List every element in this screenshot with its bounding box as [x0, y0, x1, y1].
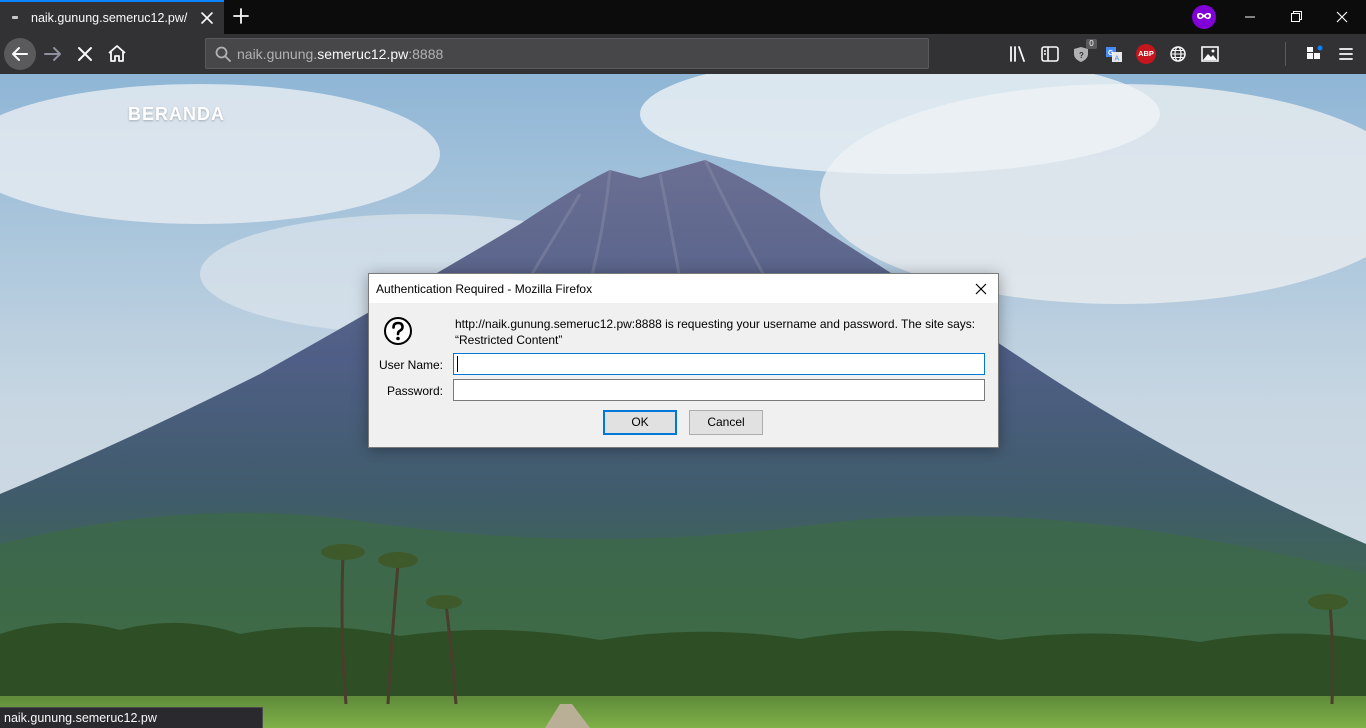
adblock-icon[interactable]: ABP [1136, 44, 1156, 64]
loading-throbber-icon [12, 16, 18, 19]
toolbar-divider [1285, 42, 1286, 66]
extensions-icon[interactable] [1302, 42, 1326, 66]
tab-bar: naik.gunung.semeruc12.pw/ [0, 0, 1366, 34]
home-icon[interactable] [105, 42, 129, 66]
text-caret [457, 356, 458, 372]
dialog-close-icon[interactable] [970, 278, 992, 300]
cancel-button[interactable]: Cancel [689, 410, 763, 435]
url-prefix: naik.gunung. [237, 46, 318, 62]
close-window-icon[interactable] [1319, 0, 1365, 34]
image-icon[interactable] [1198, 42, 1222, 66]
tab-close-icon[interactable] [199, 10, 215, 26]
shield-badge: 0 [1086, 39, 1097, 49]
password-input[interactable] [453, 379, 985, 401]
stop-loading-icon[interactable] [73, 42, 97, 66]
forward-arrow-icon[interactable] [41, 42, 65, 66]
translate-icon[interactable]: G A [1102, 42, 1126, 66]
ok-button[interactable]: OK [603, 410, 677, 435]
svg-text:G: G [1108, 50, 1114, 57]
tab-active[interactable]: naik.gunung.semeruc12.pw/ [0, 0, 224, 34]
globe-icon[interactable] [1166, 42, 1190, 66]
question-icon [384, 317, 412, 345]
library-icon[interactable] [1006, 42, 1030, 66]
back-button[interactable] [4, 38, 36, 70]
dialog-message: http://naik.gunung.semeruc12.pw:8888 is … [455, 317, 976, 347]
private-browsing-icon [1192, 5, 1216, 29]
back-arrow-icon [12, 47, 28, 61]
status-url-text: naik.gunung.semeruc12.pw [4, 711, 157, 725]
nav-link-beranda[interactable]: BERANDA [128, 104, 225, 125]
username-input[interactable] [453, 353, 985, 375]
svg-text:?: ? [1079, 51, 1084, 60]
new-tab-icon[interactable] [230, 5, 252, 27]
dialog-title: Authentication Required - Mozilla Firefo… [376, 282, 593, 296]
menu-icon[interactable] [1334, 42, 1358, 66]
navigation-toolbar: naik.gunung.semeruc12.pw:8888 ? 0 G A AB… [0, 34, 1366, 74]
authentication-dialog: Authentication Required - Mozilla Firefo… [368, 273, 999, 448]
search-icon [215, 46, 231, 62]
svg-text:A: A [1115, 56, 1120, 63]
url-bar[interactable]: naik.gunung.semeruc12.pw:8888 [205, 38, 929, 69]
url-domain: semeruc12.pw [317, 46, 409, 62]
url-port: :8888 [408, 46, 444, 62]
password-label: Password: [386, 384, 443, 398]
restore-window-icon[interactable] [1273, 0, 1319, 34]
dialog-titlebar[interactable]: Authentication Required - Mozilla Firefo… [369, 274, 998, 303]
username-label: User Name: [378, 358, 443, 372]
sidebar-icon[interactable] [1038, 42, 1062, 66]
url-text[interactable]: naik.gunung.semeruc12.pw:8888 [237, 46, 443, 62]
status-bar: naik.gunung.semeruc12.pw [0, 707, 263, 728]
tab-title: naik.gunung.semeruc12.pw/ [31, 11, 188, 25]
minimize-window-icon[interactable] [1227, 0, 1273, 34]
